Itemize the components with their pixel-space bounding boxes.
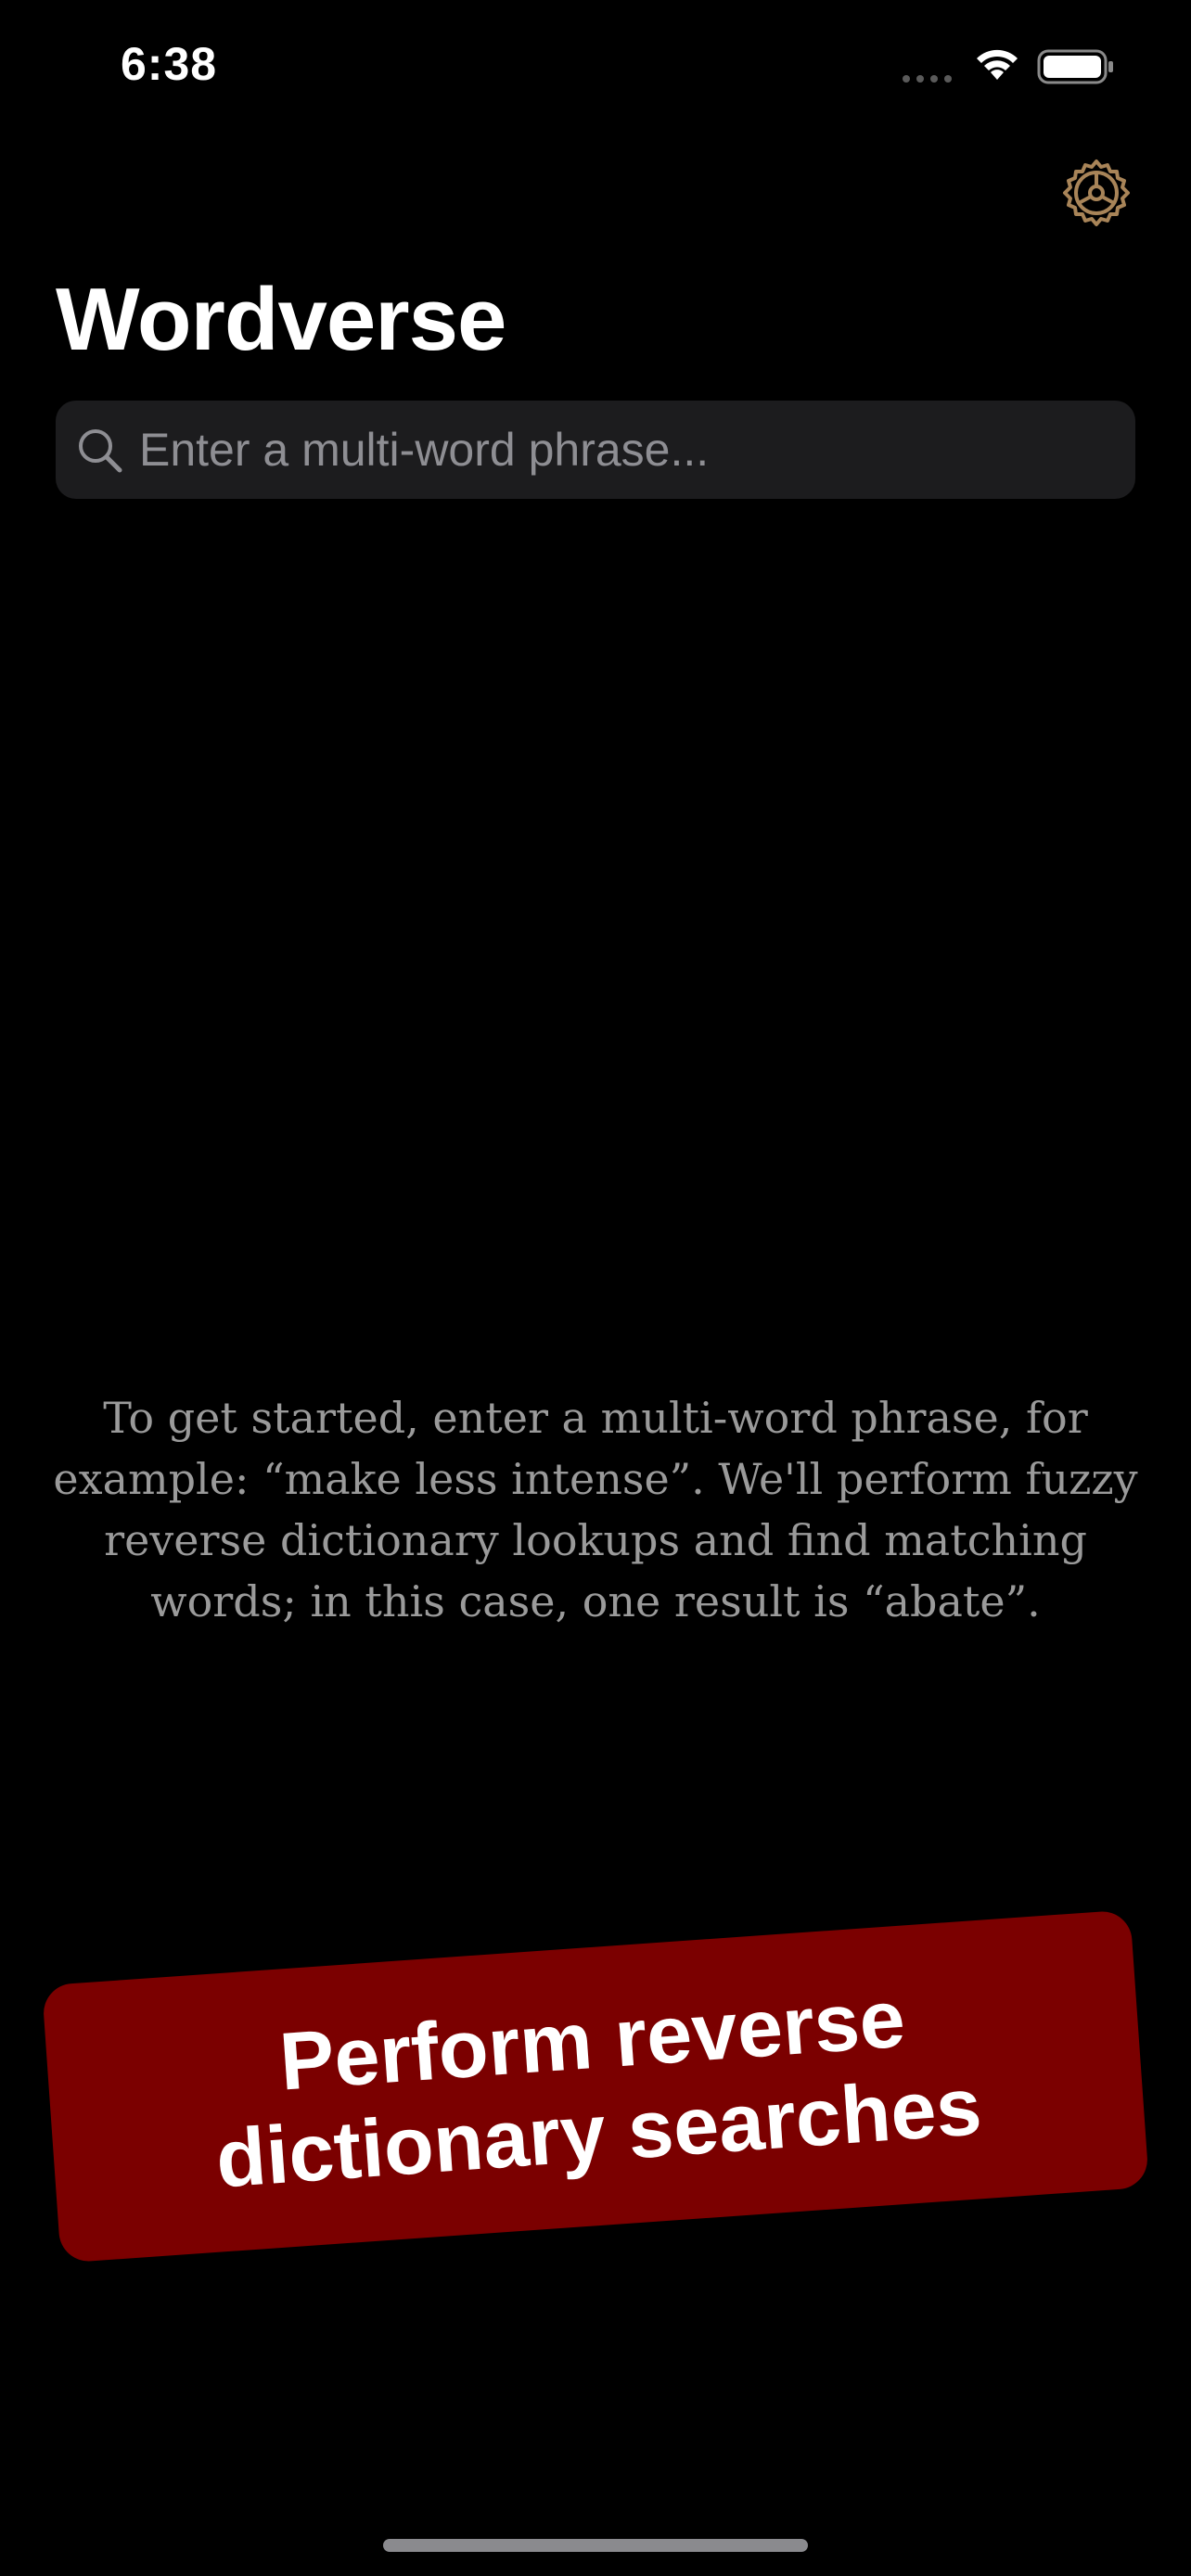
home-indicator[interactable] bbox=[383, 2539, 808, 2552]
page-title: Wordverse bbox=[56, 270, 506, 369]
search-field[interactable] bbox=[56, 401, 1135, 499]
cellular-signal-icon bbox=[903, 75, 952, 83]
empty-state-instructions: To get started, enter a multi-word phras… bbox=[53, 1393, 1138, 1626]
status-bar: 6:38 bbox=[0, 0, 1191, 139]
battery-icon bbox=[1037, 49, 1113, 84]
promo-banner: Perform reverse dictionary searches bbox=[41, 1909, 1150, 2264]
gear-icon bbox=[1063, 159, 1130, 226]
wifi-icon bbox=[977, 49, 1018, 80]
search-icon bbox=[79, 429, 122, 473]
promo-text: Perform reverse dictionary searches bbox=[212, 1971, 985, 2205]
search-input[interactable] bbox=[139, 401, 1122, 499]
settings-button[interactable] bbox=[1061, 158, 1132, 228]
status-time: 6:38 bbox=[121, 38, 218, 90]
